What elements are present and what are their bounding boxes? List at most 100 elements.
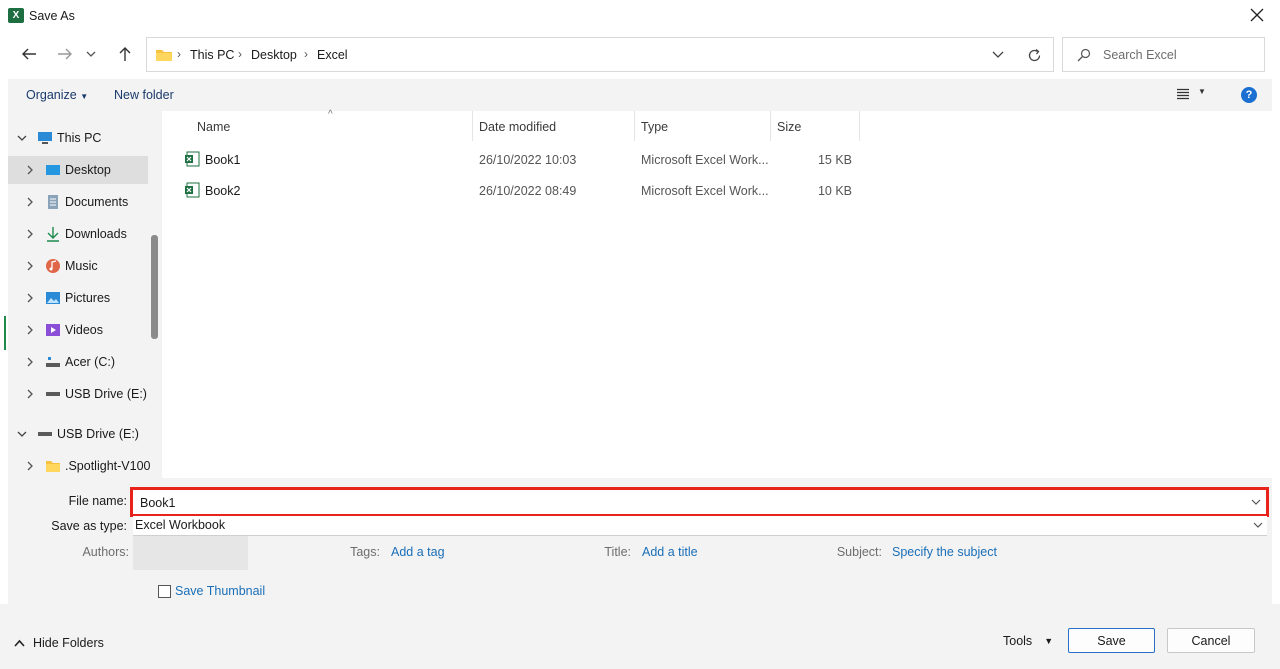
- nav-item-downloads[interactable]: Downloads: [8, 220, 148, 248]
- downloads-icon: [47, 227, 59, 242]
- tools-button[interactable]: Tools ▼: [1003, 632, 1053, 650]
- nav-item-label: Music: [65, 259, 98, 273]
- address-dropdown-button[interactable]: [985, 42, 1011, 68]
- chevron-down-icon: [992, 51, 1004, 58]
- up-button[interactable]: [112, 41, 138, 67]
- column-header-size[interactable]: Size: [777, 120, 801, 134]
- save-thumbnail-label[interactable]: Save Thumbnail: [175, 584, 265, 598]
- nav-item-desktop[interactable]: Desktop: [8, 156, 148, 184]
- add-tag-link[interactable]: Add a tag: [391, 545, 445, 559]
- excel-file-icon: [185, 182, 200, 198]
- help-icon[interactable]: ?: [1241, 87, 1257, 103]
- savetype-label: Save as type:: [51, 519, 127, 533]
- column-header-date[interactable]: Date modified: [479, 120, 556, 134]
- new-folder-button[interactable]: New folder: [114, 88, 174, 102]
- cancel-button[interactable]: Cancel: [1167, 628, 1255, 653]
- forward-button[interactable]: [52, 41, 78, 67]
- chevron-down-icon[interactable]: [15, 431, 29, 438]
- nav-item-spotlight[interactable]: .Spotlight-V100: [8, 452, 150, 478]
- close-window-button[interactable]: [1246, 4, 1268, 26]
- nav-item-usb-drive[interactable]: USB Drive (E:): [8, 380, 148, 408]
- search-box[interactable]: Search Excel: [1062, 37, 1265, 72]
- file-list: ^ Name Date modified Type Size Book1 26/…: [162, 109, 1272, 478]
- chevron-right-icon[interactable]: [23, 165, 37, 175]
- column-header-name[interactable]: Name: [197, 120, 230, 134]
- save-button[interactable]: Save: [1068, 628, 1155, 653]
- savetype-value: Excel Workbook: [135, 518, 226, 532]
- breadcrumb-this-pc[interactable]: This PC: [190, 48, 234, 62]
- nav-item-videos[interactable]: Videos: [8, 316, 148, 344]
- refresh-icon: [1028, 48, 1040, 61]
- chevron-right-icon[interactable]: [23, 389, 37, 399]
- table-row[interactable]: Book2 26/10/2022 08:49 Microsoft Excel W…: [176, 180, 866, 202]
- chevron-down-icon[interactable]: [1251, 499, 1261, 506]
- specify-subject-link[interactable]: Specify the subject: [892, 545, 997, 559]
- column-divider[interactable]: [859, 111, 860, 141]
- breadcrumb-separator: ›: [177, 47, 181, 61]
- chevron-right-icon[interactable]: [23, 325, 37, 335]
- chevron-right-icon[interactable]: [23, 229, 37, 239]
- subject-label: Subject:: [836, 545, 882, 559]
- column-divider[interactable]: [472, 111, 473, 141]
- chevron-right-icon[interactable]: [23, 293, 37, 303]
- nav-scrollbar[interactable]: [151, 235, 158, 339]
- search-input[interactable]: Search Excel: [1103, 48, 1177, 62]
- recent-locations-button[interactable]: [81, 41, 101, 67]
- chevron-down-icon: [1253, 522, 1263, 528]
- file-name: Book1: [205, 153, 241, 167]
- sort-ascending-icon: ^: [328, 109, 333, 120]
- arrow-right-icon: [58, 48, 72, 60]
- add-title-link[interactable]: Add a title: [642, 545, 698, 559]
- videos-icon: [46, 324, 60, 336]
- breadcrumb-excel[interactable]: Excel: [317, 48, 348, 62]
- nav-item-documents[interactable]: Documents: [8, 188, 148, 216]
- nav-item-label: Downloads: [65, 227, 127, 241]
- nav-item-acer-c[interactable]: Acer (C:): [8, 348, 148, 376]
- folder-icon: [156, 50, 172, 61]
- organize-button[interactable]: Organize ▼: [26, 88, 88, 102]
- nav-item-pictures[interactable]: Pictures: [8, 284, 148, 312]
- nav-item-this-pc[interactable]: This PC: [8, 124, 148, 152]
- file-size: 15 KB: [817, 153, 852, 167]
- filename-highlight: [130, 487, 1269, 517]
- hide-folders-button[interactable]: Hide Folders: [14, 635, 104, 651]
- breadcrumb-separator: ›: [304, 47, 308, 61]
- change-view-button[interactable]: ▼: [1176, 87, 1208, 103]
- title-label: Title:: [604, 545, 631, 559]
- filename-input[interactable]: [140, 494, 1240, 512]
- arrow-up-icon: [119, 47, 131, 61]
- back-button[interactable]: [16, 41, 42, 67]
- caret-down-icon: ▼: [1044, 636, 1054, 646]
- save-thumbnail-checkbox[interactable]: [158, 585, 171, 598]
- chevron-right-icon[interactable]: [23, 197, 37, 207]
- arrow-left-icon: [22, 48, 36, 60]
- address-bar[interactable]: › This PC › Desktop › Excel: [146, 37, 1054, 72]
- nav-item-label: Acer (C:): [65, 355, 115, 369]
- nav-item-usb-drive-root[interactable]: USB Drive (E:): [8, 420, 148, 448]
- table-row[interactable]: Book1 26/10/2022 10:03 Microsoft Excel W…: [176, 149, 866, 171]
- authors-input[interactable]: [133, 536, 248, 570]
- nav-item-music[interactable]: Music: [8, 252, 148, 280]
- hide-folders-label: Hide Folders: [33, 636, 104, 650]
- list-view-icon: [1177, 88, 1189, 100]
- caret-down-icon: ▼: [1198, 87, 1206, 96]
- column-divider[interactable]: [634, 111, 635, 141]
- chevron-right-icon[interactable]: [23, 261, 37, 271]
- breadcrumb-desktop[interactable]: Desktop: [251, 48, 297, 62]
- chevron-right-icon[interactable]: [23, 357, 37, 367]
- refresh-button[interactable]: [1021, 42, 1047, 68]
- column-header-type[interactable]: Type: [641, 120, 668, 134]
- excel-app-icon: X: [8, 8, 24, 23]
- breadcrumb-separator: ›: [238, 47, 242, 61]
- chevron-down-icon[interactable]: [15, 135, 29, 142]
- usb-drive-icon: [38, 432, 52, 436]
- file-type: Microsoft Excel Work...: [641, 153, 769, 167]
- chevron-right-icon[interactable]: [23, 461, 37, 471]
- pictures-icon: [46, 292, 60, 304]
- tools-label: Tools: [1003, 634, 1033, 648]
- save-form: File name: Save as type: Excel Workbook …: [8, 478, 1272, 604]
- column-divider[interactable]: [770, 111, 771, 141]
- window-title: Save As: [29, 9, 75, 23]
- savetype-select[interactable]: Excel Workbook: [133, 516, 1267, 536]
- file-type: Microsoft Excel Work...: [641, 184, 769, 198]
